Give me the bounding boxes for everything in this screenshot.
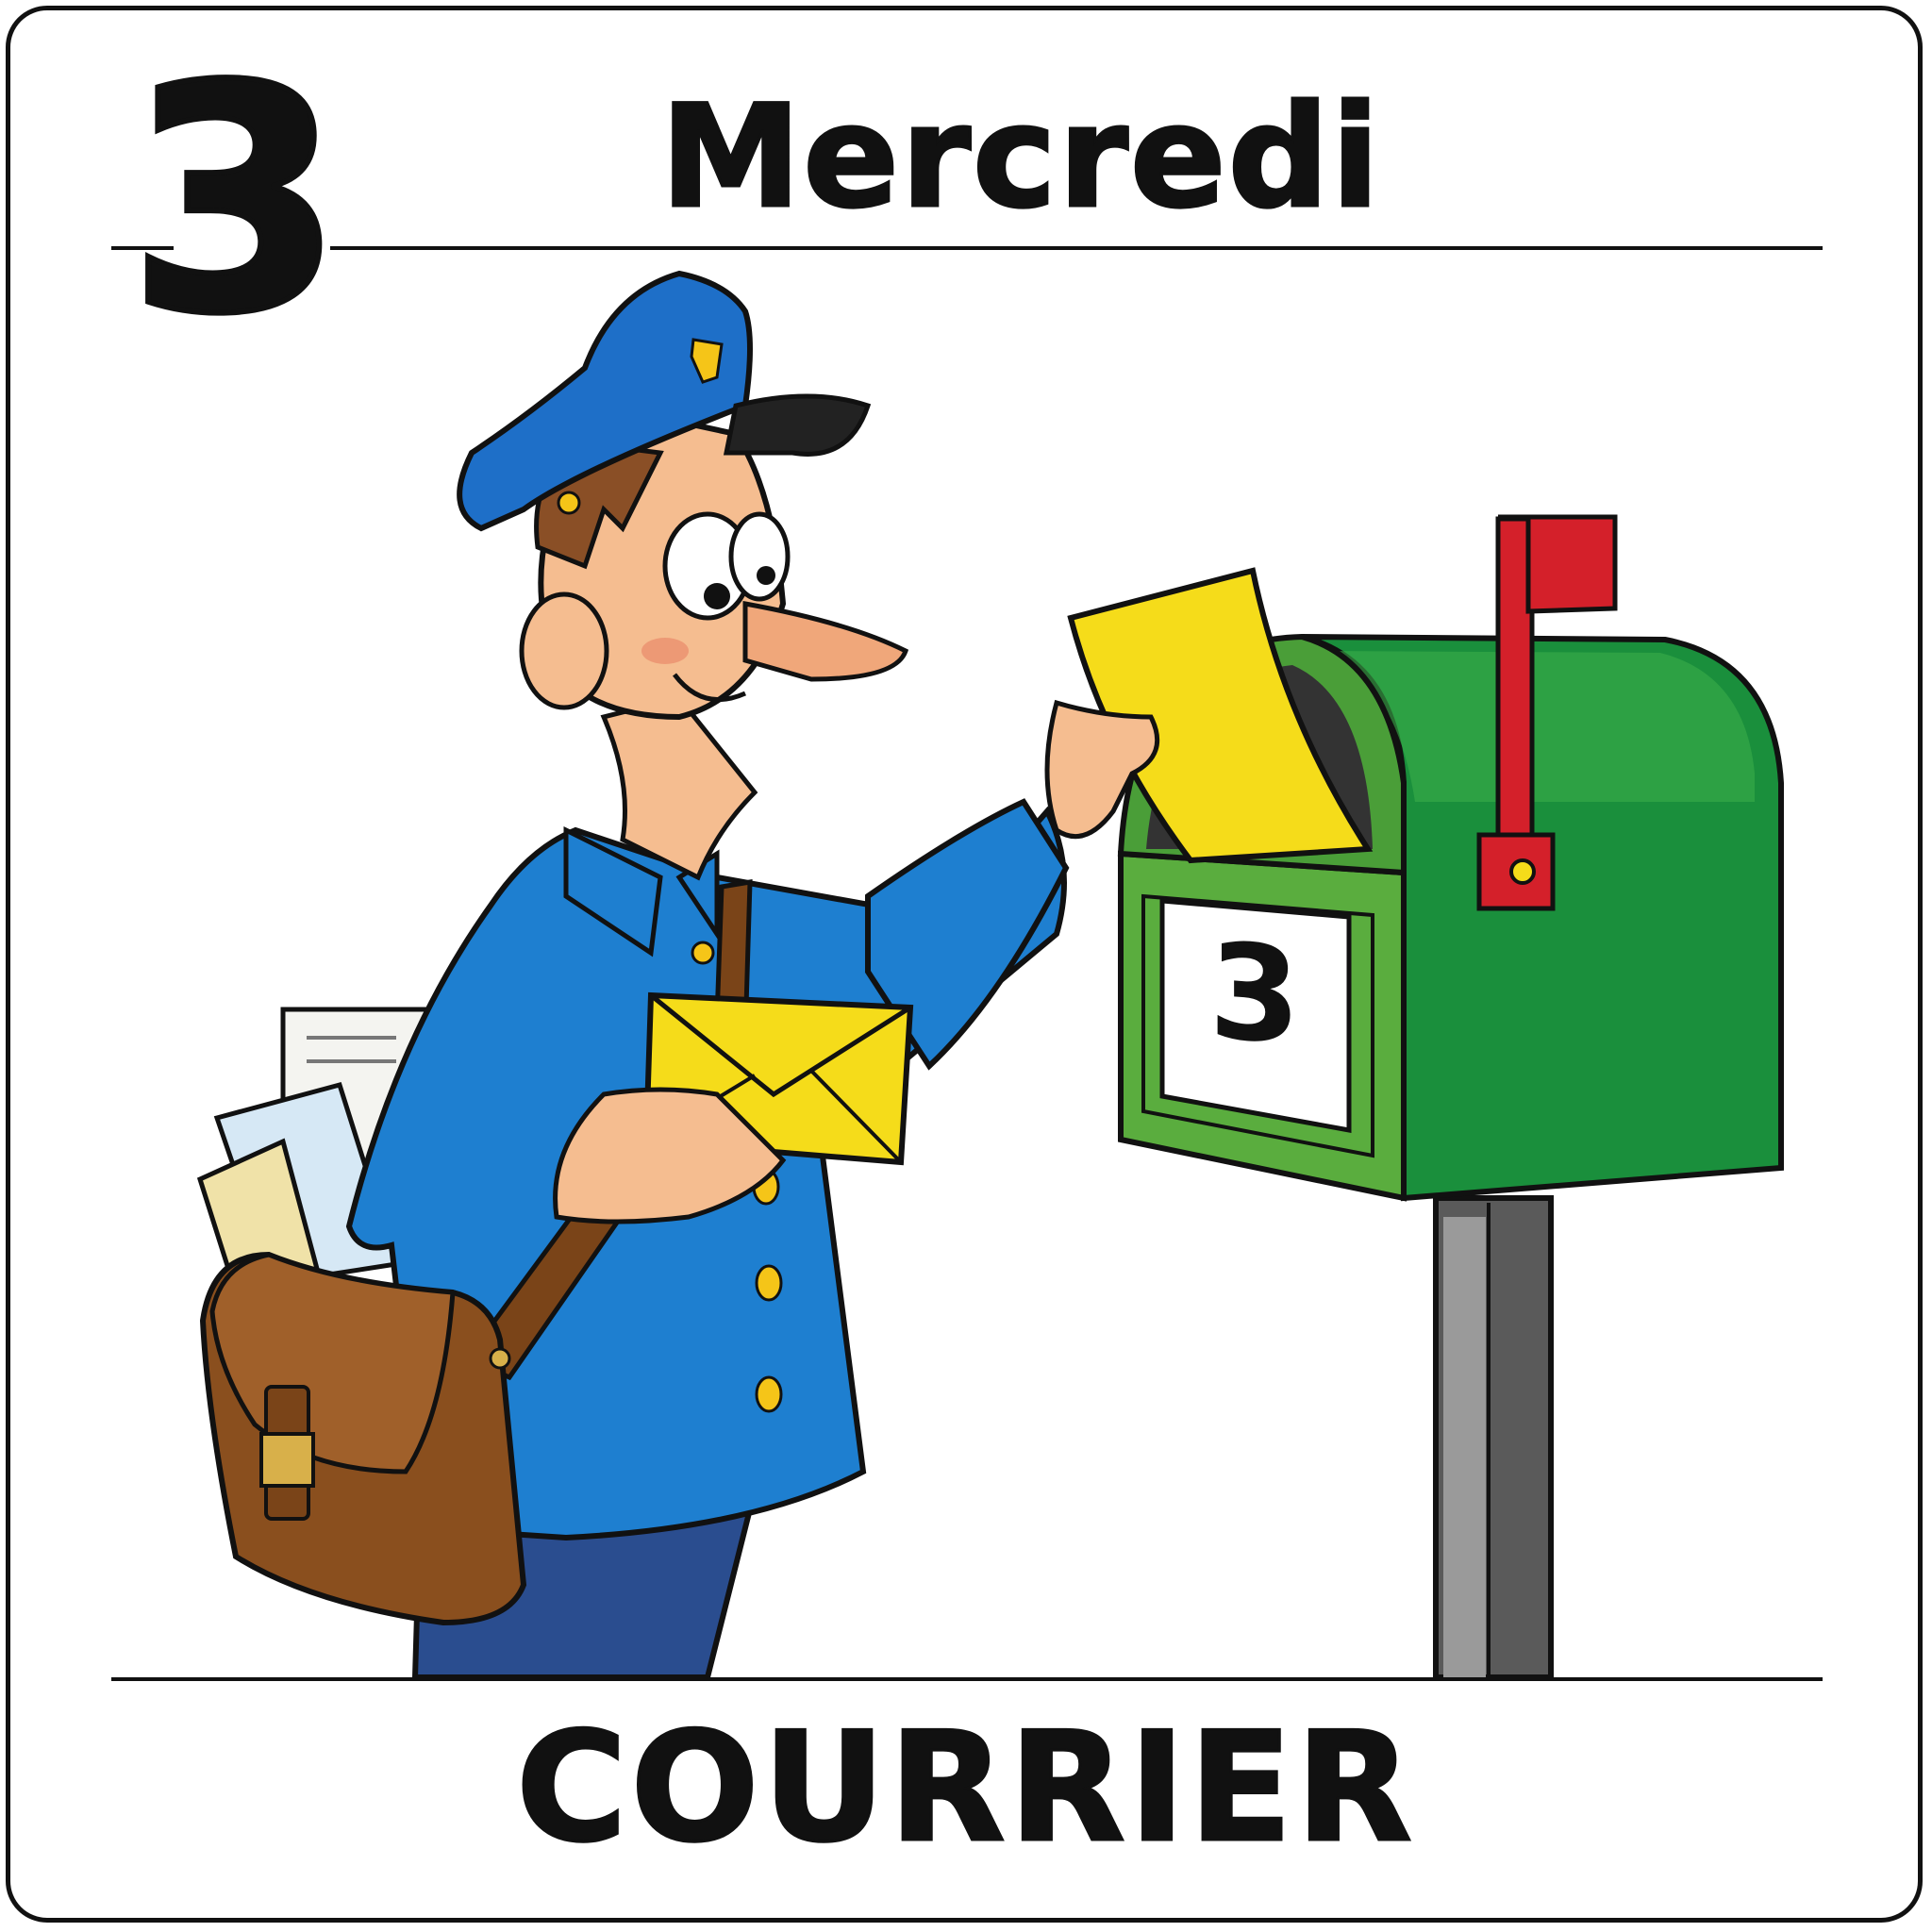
satchel <box>199 1251 527 1626</box>
mailbox-house-number: 3 <box>1208 914 1301 1075</box>
mailbox-post <box>1433 1195 1554 1680</box>
illustration <box>196 270 1784 1680</box>
caption: COURRIER <box>515 1699 1416 1875</box>
bottom-rule <box>111 1677 1823 1681</box>
